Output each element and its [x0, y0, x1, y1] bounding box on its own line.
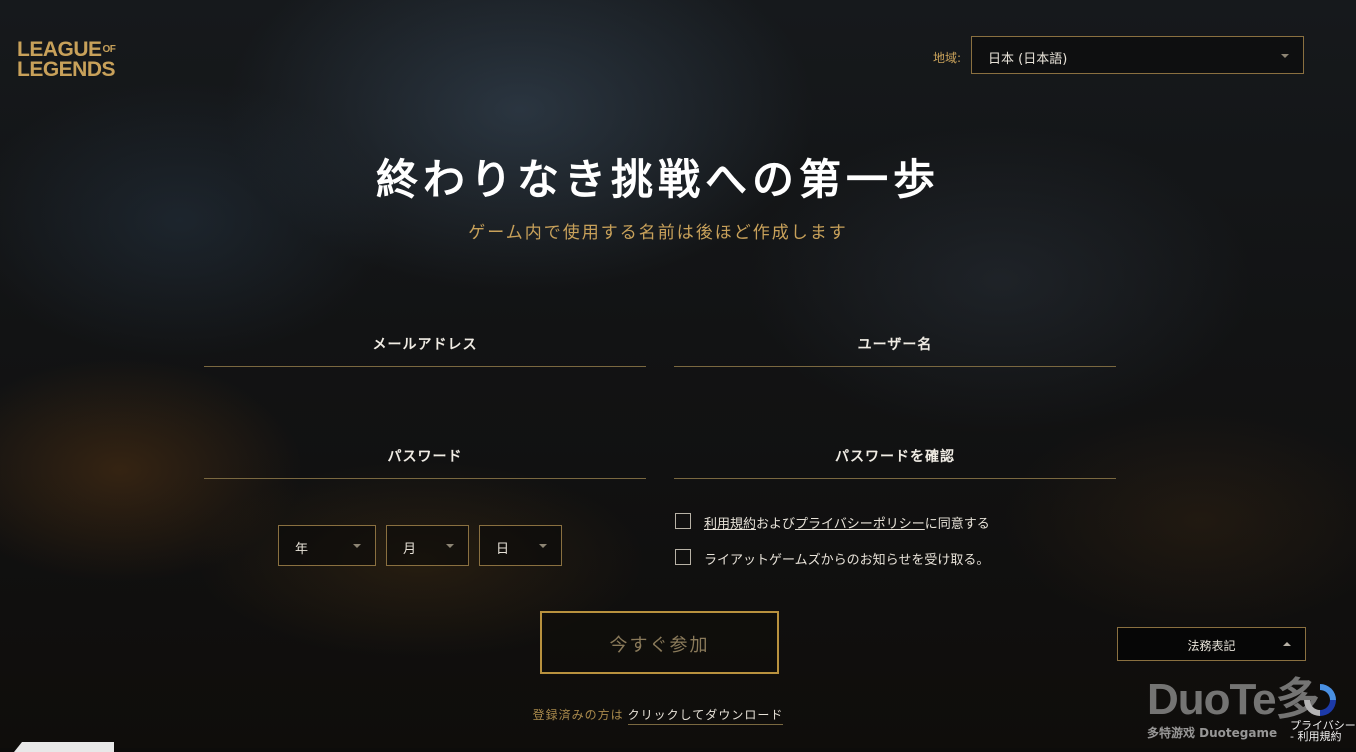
confirm-password-label: パスワードを確認	[835, 449, 955, 465]
login-line: 登録済みの方は クリックしてダウンロード	[0, 706, 1316, 725]
join-now-button[interactable]: 今すぐ参加	[540, 611, 779, 674]
confirm-password-field[interactable]: パスワードを確認	[674, 438, 1116, 479]
join-now-label: 今すぐ参加	[609, 635, 710, 656]
birth-year-value: 年	[295, 542, 309, 557]
username-label: ユーザー名	[857, 337, 933, 353]
newsletter-text: ライアットゲームズからのお知らせを受け取る。	[704, 553, 990, 568]
birth-day-select[interactable]: 日	[479, 525, 562, 566]
email-field[interactable]: メールアドレス	[204, 326, 646, 367]
login-prompt: 登録済みの方は	[532, 708, 624, 722]
riot-games-logo[interactable]	[14, 742, 114, 752]
league-of-legends-logo[interactable]: LEAGUEOF LEGENDS	[17, 39, 116, 80]
birth-year-select[interactable]: 年	[278, 525, 376, 566]
password-field[interactable]: パスワード	[204, 438, 646, 479]
chevron-down-icon	[1281, 54, 1289, 58]
chevron-down-icon	[446, 544, 454, 548]
chevron-down-icon	[539, 544, 547, 548]
region-label: 地域:	[933, 51, 962, 65]
birth-month-value: 月	[403, 542, 417, 557]
birth-month-select[interactable]: 月	[386, 525, 469, 566]
newsletter-checkbox[interactable]	[675, 549, 691, 565]
page-title: 終わりなき挑戦への第一歩	[375, 155, 940, 204]
terms-text: 利用規約およびプライバシーポリシーに同意する	[704, 517, 990, 532]
chevron-down-icon	[353, 544, 361, 548]
page-subtitle: ゲーム内で使用する名前は後ほど作成します	[468, 223, 848, 243]
recaptcha-icon[interactable]	[1300, 680, 1340, 720]
legal-notice-label: 法務表記	[1187, 639, 1236, 653]
download-link[interactable]: クリックしてダウンロード	[627, 708, 784, 725]
terms-checkbox[interactable]	[675, 513, 691, 529]
terms-link[interactable]: 利用規約	[704, 517, 756, 532]
password-label: パスワード	[387, 449, 463, 465]
email-label: メールアドレス	[372, 337, 478, 353]
username-field[interactable]: ユーザー名	[674, 326, 1116, 367]
birth-day-value: 日	[496, 542, 510, 557]
chevron-up-icon	[1283, 642, 1291, 646]
legal-notice-button[interactable]: 法務表記	[1117, 627, 1306, 661]
region-select[interactable]: 日本 (日本語)	[971, 36, 1304, 74]
region-value: 日本 (日本語)	[988, 52, 1068, 67]
privacy-policy-link[interactable]: プライバシーポリシー	[795, 517, 925, 532]
recaptcha-links[interactable]: プライバシー - 利用規約	[1290, 720, 1356, 742]
